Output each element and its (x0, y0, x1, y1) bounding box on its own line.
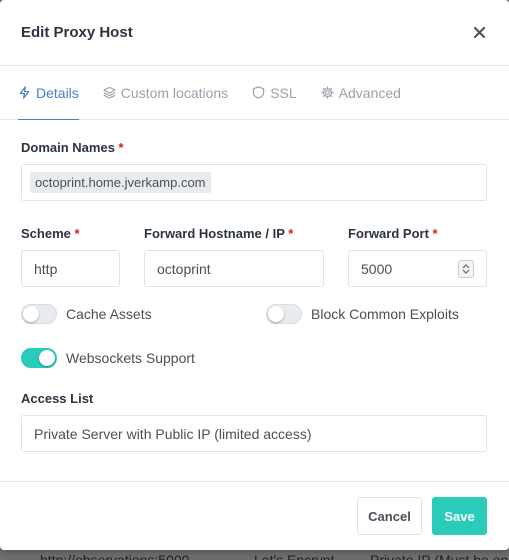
layers-icon (103, 86, 116, 99)
tab-custom-locations-label: Custom locations (120, 84, 229, 101)
websockets-toggle[interactable]: Websockets Support (21, 348, 195, 368)
scheme-value: http (34, 260, 58, 277)
domain-names-label: Domain Names * (21, 140, 124, 155)
port-stepper[interactable] (458, 259, 474, 278)
gear-icon (320, 86, 334, 99)
forward-port-input[interactable]: 5000 (348, 250, 487, 287)
tab-ssl-label: SSL (270, 84, 297, 101)
cache-assets-label: Cache Assets (66, 306, 152, 322)
block-exploits-toggle[interactable]: Block Common Exploits (266, 304, 459, 324)
details-form: Domain Names * octoprint.home.jverkamp.c… (0, 120, 509, 452)
required-mark: * (288, 226, 294, 241)
cache-assets-toggle[interactable]: Cache Assets (21, 304, 266, 324)
websockets-row: Websockets Support (21, 348, 488, 368)
cache-assets-switch[interactable] (21, 304, 57, 324)
domain-names-input[interactable]: octoprint.home.jverkamp.com (21, 164, 487, 201)
domain-chip[interactable]: octoprint.home.jverkamp.com (30, 172, 211, 193)
scheme-input[interactable]: http (21, 250, 120, 287)
required-mark: * (118, 140, 124, 155)
websockets-switch[interactable] (21, 348, 57, 368)
switch-knob (23, 306, 39, 322)
access-list-select[interactable]: Private Server with Public IP (limited a… (21, 415, 487, 452)
edit-proxy-host-dialog: Edit Proxy Host Details Custom locations… (0, 0, 509, 550)
forward-port-value: 5000 (361, 260, 393, 277)
background-forward-cell: http://observations:5000 (40, 552, 190, 560)
dialog-title: Edit Proxy Host (21, 24, 133, 41)
tab-bar: Details Custom locations SSL Advanced (0, 66, 509, 120)
save-button[interactable]: Save (432, 497, 487, 535)
scheme-label: Scheme * (21, 226, 80, 241)
switch-knob (39, 350, 55, 366)
forward-host-value: octoprint (157, 260, 211, 277)
forward-port-group: Forward Port * 5000 (348, 226, 487, 287)
forward-host-input[interactable]: octoprint (144, 250, 324, 287)
tab-custom-locations[interactable]: Custom locations (103, 66, 228, 119)
forward-row: Scheme * http Forward Hostname / IP * oc… (21, 226, 488, 287)
background-ssl-cell: Let's Encrypt (254, 552, 335, 560)
toggle-row: Cache Assets Block Common Exploits (21, 304, 488, 324)
shield-icon (252, 86, 265, 99)
tab-ssl[interactable]: SSL (252, 66, 297, 119)
dialog-footer: Cancel Save (0, 481, 509, 550)
forward-port-label: Forward Port * (348, 226, 438, 241)
required-mark: * (432, 226, 438, 241)
close-button[interactable] (470, 24, 488, 42)
tab-details-label: Details (36, 84, 79, 101)
dialog-header: Edit Proxy Host (0, 0, 509, 66)
tab-advanced[interactable]: Advanced (320, 66, 401, 119)
chevron-down-icon (462, 269, 470, 274)
close-icon (473, 27, 485, 38)
background-access-cell: Private IP (Must be on (370, 552, 509, 560)
bolt-icon (19, 86, 30, 99)
switch-knob (268, 306, 284, 322)
forward-host-group: Forward Hostname / IP * octoprint (144, 226, 348, 287)
cancel-button[interactable]: Cancel (357, 497, 422, 535)
tab-advanced-label: Advanced (338, 84, 401, 101)
block-exploits-label: Block Common Exploits (311, 306, 459, 322)
scheme-group: Scheme * http (21, 226, 144, 287)
forward-host-label: Forward Hostname / IP * (144, 226, 294, 241)
websockets-label: Websockets Support (66, 350, 195, 366)
access-list-value: Private Server with Public IP (limited a… (34, 425, 312, 442)
block-exploits-switch[interactable] (266, 304, 302, 324)
required-mark: * (74, 226, 80, 241)
access-list-label: Access List (21, 391, 94, 406)
tab-details[interactable]: Details (18, 66, 79, 120)
